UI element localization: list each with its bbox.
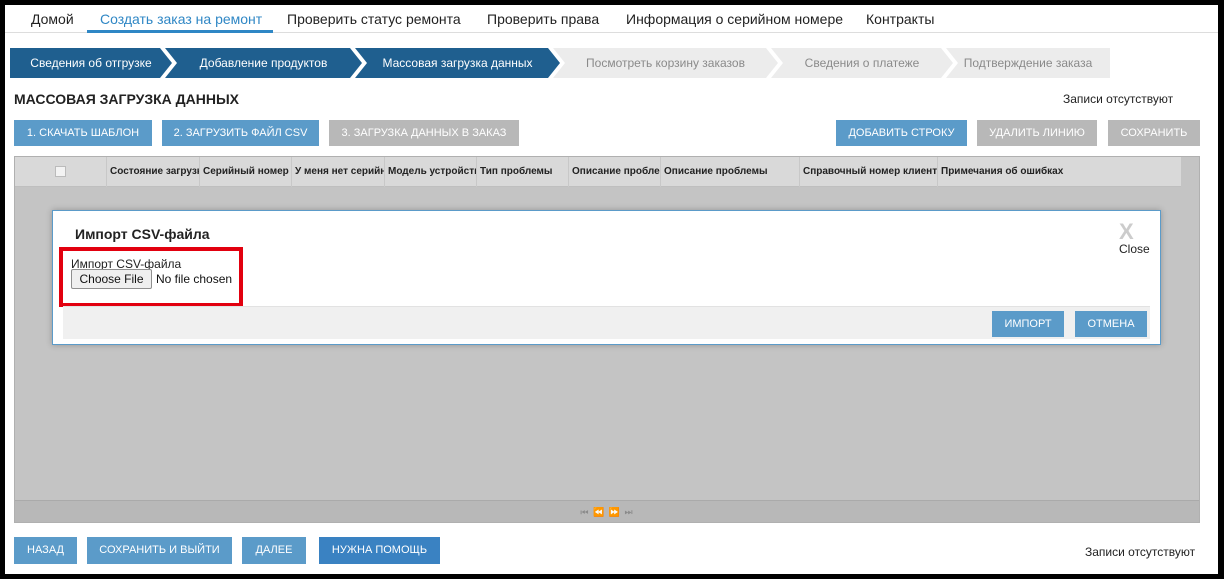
- nav-check-entitlement[interactable]: Проверить права: [487, 11, 599, 27]
- load-data-to-order-button[interactable]: 3. ЗАГРУЗКА ДАННЫХ В ЗАКАЗ: [329, 120, 519, 146]
- nav-contracts[interactable]: Контракты: [866, 11, 934, 27]
- column-header[interactable]: Описание проблемы: [661, 157, 800, 187]
- step-shipping-info[interactable]: Сведения об отгрузке: [10, 48, 172, 78]
- step-add-products[interactable]: Добавление продуктов: [165, 48, 362, 78]
- dialog-title: Импорт CSV-файла: [75, 226, 210, 242]
- next-button[interactable]: ДАЛЕЕ: [242, 537, 306, 564]
- records-status-bottom: Записи отсутствуют: [1085, 545, 1196, 559]
- add-row-button[interactable]: ДОБАВИТЬ СТРОКУ: [836, 120, 967, 146]
- column-header[interactable]: Тип проблемы: [477, 157, 569, 187]
- column-header[interactable]: Серийный номер: [200, 157, 292, 187]
- need-help-button[interactable]: НУЖНА ПОМОЩЬ: [319, 537, 440, 564]
- nav-check-repair-status[interactable]: Проверить статус ремонта: [287, 11, 461, 27]
- select-all-column: [15, 157, 107, 187]
- page-title: МАССОВАЯ ЗАГРУЗКА ДАННЫХ: [14, 91, 240, 107]
- back-button[interactable]: НАЗАД: [14, 537, 77, 564]
- column-header[interactable]: Модель устройства: [385, 157, 477, 187]
- step-label: Подтверждение заказа: [963, 56, 1093, 70]
- step-label: Сведения об отгрузке: [30, 56, 152, 70]
- next-page-icon[interactable]: ⏩: [609, 507, 621, 517]
- dialog-footer: ИМПОРТ ОТМЕНА: [63, 306, 1150, 339]
- step-view-cart: Посмотреть корзину заказов: [553, 48, 778, 78]
- first-page-icon[interactable]: ⏮: [580, 507, 589, 517]
- step-bulk-upload[interactable]: Массовая загрузка данных: [355, 48, 560, 78]
- step-label: Сведения о платеже: [804, 56, 920, 70]
- column-header[interactable]: Описание проблемы: [569, 157, 661, 187]
- nav-create-repair-order[interactable]: Создать заказ на ремонт: [100, 11, 262, 27]
- save-and-exit-button[interactable]: СОХРАНИТЬ И ВЫЙТИ: [87, 537, 232, 564]
- download-template-button[interactable]: 1. СКАЧАТЬ ШАБЛОН: [14, 120, 152, 146]
- progress-steps: Сведения об отгрузке Добавление продукто…: [10, 48, 1110, 78]
- application-window: Домой Создать заказ на ремонт Проверить …: [5, 5, 1218, 574]
- grid-pager: ⏮ ⏪ ⏩ ⏭: [15, 500, 1199, 522]
- records-status: Записи отсутствуют: [1063, 92, 1174, 106]
- column-header[interactable]: Состояние загрузки: [107, 157, 200, 187]
- import-button[interactable]: ИМПОРТ: [992, 311, 1064, 337]
- prev-page-icon[interactable]: ⏪: [593, 507, 605, 517]
- select-all-checkbox[interactable]: [55, 166, 66, 177]
- highlight-box: [59, 247, 243, 307]
- step-payment-info: Сведения о платеже: [771, 48, 953, 78]
- delete-line-button[interactable]: УДАЛИТЬ ЛИНИЮ: [977, 120, 1097, 146]
- nav-serial-number-info[interactable]: Информация о серийном номере: [626, 11, 843, 27]
- import-csv-dialog: Импорт CSV-файла X Close Импорт CSV-файл…: [52, 210, 1161, 345]
- column-header[interactable]: Примечания об ошибках: [938, 157, 1181, 187]
- save-button[interactable]: СОХРАНИТЬ: [1108, 120, 1200, 146]
- active-nav-indicator: [87, 30, 273, 33]
- step-label: Посмотреть корзину заказов: [586, 56, 745, 70]
- step-order-confirmation: Подтверждение заказа: [946, 48, 1110, 78]
- step-label: Массовая загрузка данных: [382, 56, 533, 70]
- cancel-button[interactable]: ОТМЕНА: [1075, 311, 1147, 337]
- last-page-icon[interactable]: ⏭: [624, 507, 633, 517]
- column-header[interactable]: У меня нет серийного номера: [292, 157, 385, 187]
- top-navigation: Домой Создать заказ на ремонт Проверить …: [5, 5, 1218, 33]
- close-label[interactable]: Close: [1119, 242, 1150, 256]
- upload-csv-button[interactable]: 2. ЗАГРУЗИТЬ ФАЙЛ CSV: [162, 120, 319, 146]
- step-label: Добавление продуктов: [199, 56, 328, 70]
- column-header[interactable]: Справочный номер клиента: [800, 157, 938, 187]
- grid-header: Состояние загрузки Серийный номер У меня…: [15, 157, 1181, 187]
- nav-home[interactable]: Домой: [31, 11, 74, 27]
